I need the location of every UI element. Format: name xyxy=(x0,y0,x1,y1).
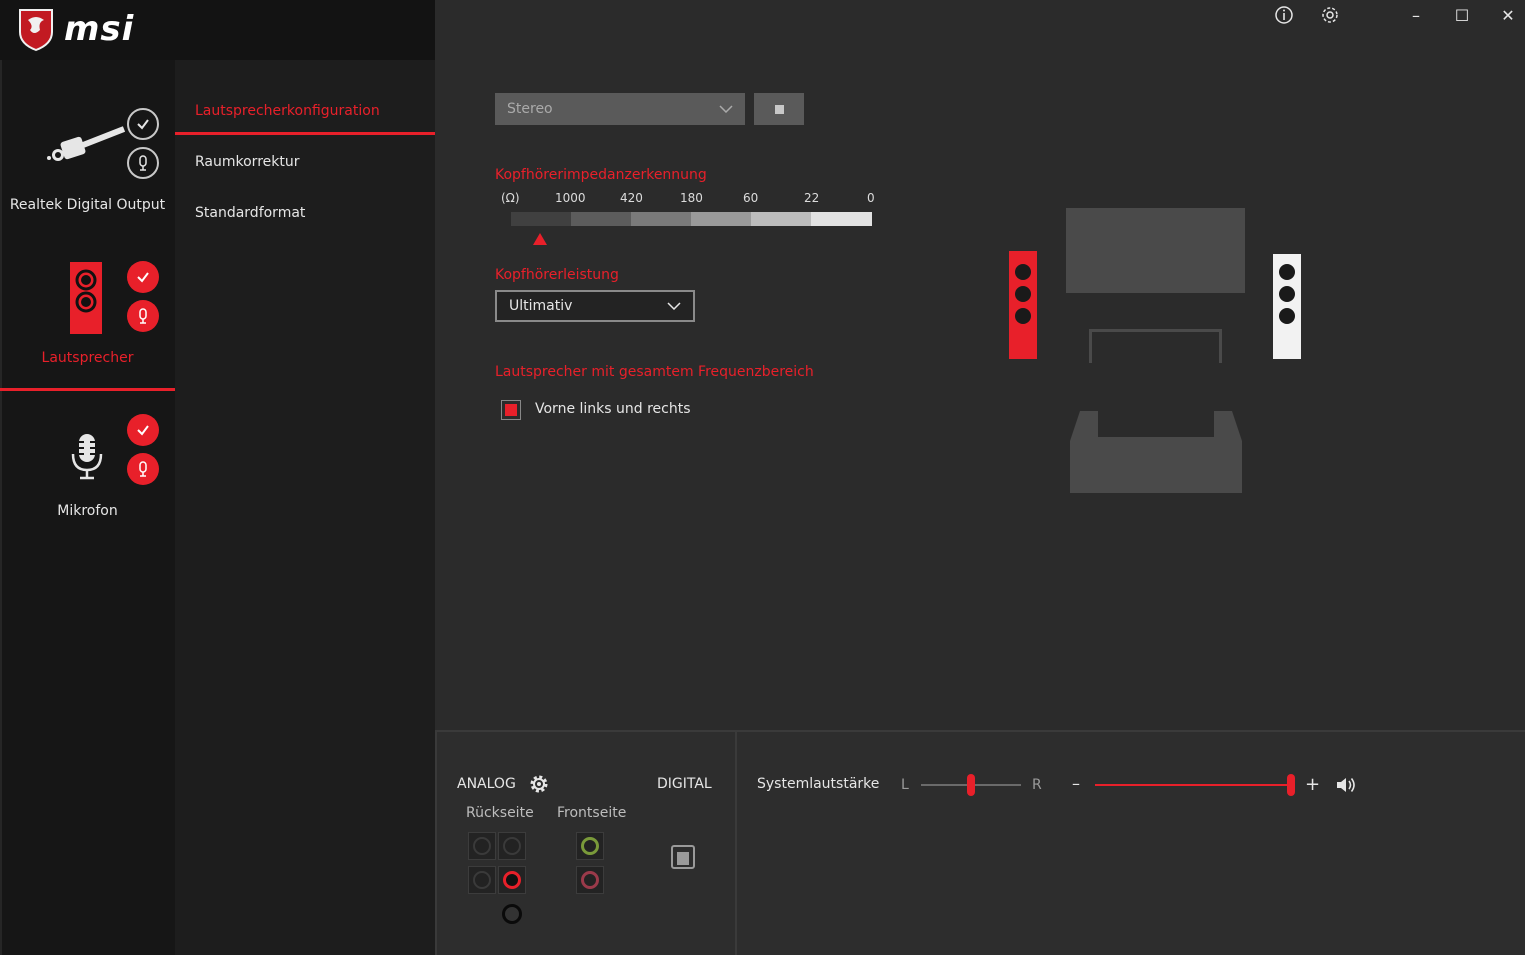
impedance-tick: 1000 xyxy=(555,191,586,205)
impedance-title: Kopfhörerimpedanzerkennung xyxy=(495,167,707,183)
device-label: Lautsprecher xyxy=(41,350,134,366)
submenu-default-format[interactable]: Standardformat xyxy=(195,205,305,221)
submenu-room-correction[interactable]: Raumkorrektur xyxy=(195,154,299,170)
speaker-mode-dropdown[interactable]: Stereo xyxy=(495,93,745,125)
info-button[interactable] xyxy=(1269,4,1299,26)
chevron-down-icon xyxy=(719,105,733,113)
balance-left-label: L xyxy=(901,777,909,793)
headphone-power-dropdown[interactable]: Ultimativ xyxy=(495,290,695,322)
impedance-scale-segment xyxy=(571,212,631,226)
device-digital-output[interactable]: Realtek Digital Output xyxy=(0,95,175,235)
rear-jack[interactable] xyxy=(502,904,522,924)
gear-icon xyxy=(530,775,548,793)
rear-jack[interactable] xyxy=(468,866,496,894)
speaker-icon xyxy=(70,262,102,334)
volume-slider-track[interactable] xyxy=(1095,784,1295,786)
fullrange-front-checkbox[interactable] xyxy=(501,400,521,420)
stop-icon xyxy=(774,104,784,114)
brand-name: msi xyxy=(64,9,135,49)
impedance-scale-segment xyxy=(691,212,751,226)
rear-label: Rückseite xyxy=(466,805,534,821)
default-comm-device-icon xyxy=(127,300,159,332)
left-speaker-button[interactable] xyxy=(1009,251,1037,359)
msi-logo: msi xyxy=(16,6,176,52)
fullrange-title: Lautsprecher mit gesamtem Frequenzbereic… xyxy=(495,364,814,380)
active-device-indicator xyxy=(0,388,175,391)
power-title: Kopfhörerleistung xyxy=(495,267,619,283)
front-headphone-jack[interactable] xyxy=(576,832,604,860)
dragon-shield-icon xyxy=(19,9,53,52)
volume-slider-thumb[interactable] xyxy=(1287,774,1295,796)
default-device-icon xyxy=(127,108,159,140)
balance-right-label: R xyxy=(1032,777,1042,793)
optical-port-icon xyxy=(671,845,695,869)
impedance-tick: 60 xyxy=(743,191,759,205)
active-submenu-indicator xyxy=(175,132,435,135)
gear-icon xyxy=(1322,7,1338,23)
minimize-button[interactable]: – xyxy=(1401,4,1431,26)
impedance-tick: 180 xyxy=(680,191,703,205)
default-comm-device-icon xyxy=(127,453,159,485)
optical-port-button[interactable] xyxy=(671,845,695,873)
impedance-tick: 420 xyxy=(620,191,643,205)
device-speakers[interactable]: Lautsprecher xyxy=(0,248,175,388)
checkbox-fill xyxy=(505,404,517,416)
stop-test-button[interactable] xyxy=(754,93,804,125)
rear-jack-active[interactable] xyxy=(498,866,526,894)
speaker-volume-icon xyxy=(1337,778,1355,792)
microphone-icon xyxy=(71,434,103,480)
fullrange-front-label: Vorne links und rechts xyxy=(535,401,691,417)
desk-illustration xyxy=(1089,329,1222,363)
close-button[interactable]: ✕ xyxy=(1493,4,1523,26)
right-speaker-icon xyxy=(1273,254,1301,359)
device-label: Realtek Digital Output xyxy=(9,197,166,213)
rear-jack[interactable] xyxy=(498,832,526,860)
impedance-tick: 22 xyxy=(804,191,820,205)
device-microphone[interactable]: Mikrofon xyxy=(0,400,175,540)
maximize-button[interactable]: ☐ xyxy=(1447,4,1477,26)
volume-panel xyxy=(735,730,1525,955)
left-speaker-icon xyxy=(1009,251,1037,359)
impedance-scale-segment xyxy=(751,212,811,226)
chair-illustration xyxy=(1070,411,1242,493)
chevron-down-icon xyxy=(667,302,681,310)
rear-jack[interactable] xyxy=(468,832,496,860)
settings-button[interactable] xyxy=(1315,4,1345,26)
system-volume-label: Systemlautstärke xyxy=(757,776,880,792)
impedance-scale-segment xyxy=(511,212,571,226)
right-speaker-button[interactable] xyxy=(1273,254,1301,359)
impedance-scale-segment xyxy=(811,212,872,226)
mute-button[interactable] xyxy=(1336,775,1358,799)
impedance-scale-segment xyxy=(631,212,691,226)
device-label: Mikrofon xyxy=(57,503,118,519)
digital-cable-icon xyxy=(47,126,126,161)
analog-settings-button[interactable] xyxy=(528,773,550,799)
default-device-icon xyxy=(127,261,159,293)
front-mic-jack[interactable] xyxy=(576,866,604,894)
default-comm-device-icon xyxy=(127,147,159,179)
impedance-unit: (Ω) xyxy=(501,191,520,205)
impedance-tick: 0 xyxy=(867,191,875,205)
info-icon xyxy=(1275,6,1293,24)
analog-label: ANALOG xyxy=(457,776,516,792)
headphone-power-value: Ultimativ xyxy=(509,298,573,314)
balance-slider-thumb[interactable] xyxy=(967,774,975,796)
submenu-speaker-config[interactable]: Lautsprecherkonfiguration xyxy=(195,103,380,119)
monitor-illustration xyxy=(1066,208,1245,293)
digital-label: DIGITAL xyxy=(657,776,712,792)
submenu-panel xyxy=(175,48,435,955)
speaker-mode-value: Stereo xyxy=(507,101,553,117)
front-label: Frontseite xyxy=(557,805,627,821)
volume-increase-button[interactable]: + xyxy=(1305,774,1320,795)
default-device-icon xyxy=(127,414,159,446)
impedance-marker-icon xyxy=(533,233,547,245)
volume-decrease-button[interactable]: – xyxy=(1072,774,1080,793)
